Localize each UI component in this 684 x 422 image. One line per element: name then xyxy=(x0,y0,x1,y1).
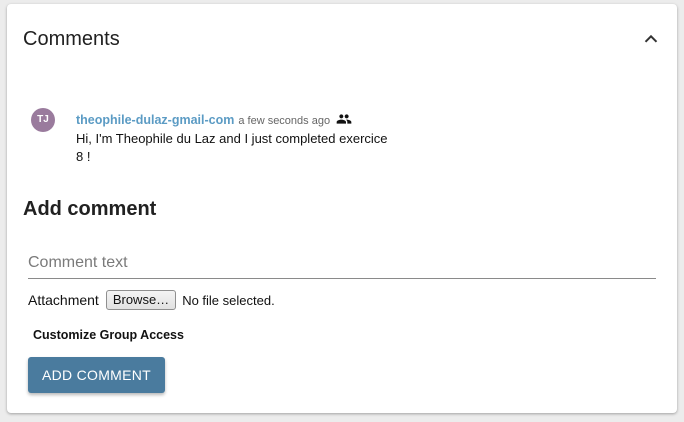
browse-button[interactable]: Browse… xyxy=(105,290,177,310)
group-icon xyxy=(336,111,352,132)
customize-group-access-link[interactable]: Customize Group Access xyxy=(33,328,184,342)
panel-title: Comments xyxy=(23,28,120,50)
add-comment-button[interactable]: ADD COMMENT xyxy=(28,357,165,393)
comment-text-input[interactable] xyxy=(28,248,656,279)
comment-meta: theophile-dulaz-gmail-com a few seconds a… xyxy=(76,111,352,132)
avatar: TJ xyxy=(31,108,55,132)
comment-timestamp: a few seconds ago xyxy=(238,115,331,127)
attachment-row: Attachment Browse… No file selected. xyxy=(28,290,275,310)
comment-body: Hi, I'm Theophile du Laz and I just comp… xyxy=(76,131,388,164)
attachment-label: Attachment xyxy=(28,292,99,308)
file-status: No file selected. xyxy=(182,292,275,308)
comment-author-link[interactable]: theophile-dulaz-gmail-com xyxy=(76,113,234,127)
chevron-up-icon xyxy=(644,34,658,43)
comments-panel: Comments TJ theophile-dulaz-gmail-com a f… xyxy=(7,4,677,413)
add-comment-heading: Add comment xyxy=(23,198,157,220)
collapse-button[interactable] xyxy=(641,29,661,49)
